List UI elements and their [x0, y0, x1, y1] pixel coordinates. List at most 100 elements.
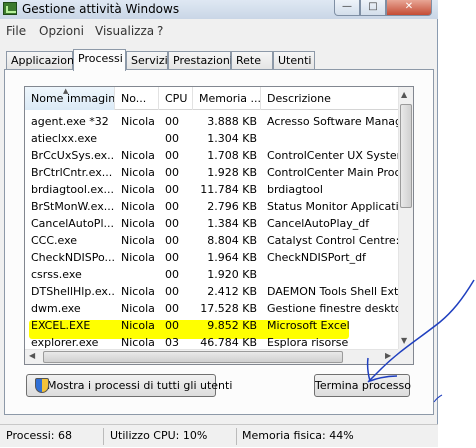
cell-memory: 1.708 KB — [207, 149, 257, 162]
cell-user: Nicola — [121, 200, 155, 213]
column-header-image-name[interactable]: ▲ Nome immagine — [25, 87, 115, 110]
process-row[interactable]: CancelAutoPl... Nicola 00 1.384 KB CancelAut… — [25, 215, 398, 232]
column-header-cpu[interactable]: CPU — [159, 87, 193, 110]
cell-user: Nicola — [121, 251, 155, 264]
cell-description: brdiagtool — [267, 183, 323, 196]
cell-memory: 9.852 KB — [207, 319, 257, 332]
cell-cpu: 00 — [165, 251, 179, 264]
cell-image-name: CancelAutoPl... — [31, 217, 114, 230]
menu-visualizza[interactable]: Visualizza — [95, 24, 154, 38]
cell-description: Acresso Software Manager — [267, 115, 398, 128]
cell-cpu: 00 — [165, 115, 179, 128]
cell-description: ControlCenter Main Proces — [267, 166, 398, 179]
cell-memory: 1.920 KB — [207, 268, 257, 281]
cell-cpu: 00 — [165, 319, 179, 332]
minimize-button[interactable]: — — [334, 0, 360, 16]
tab-utenti[interactable]: Utenti — [273, 51, 315, 70]
tab-rete[interactable]: Rete — [231, 51, 273, 70]
maximize-button[interactable]: □ — [360, 0, 386, 16]
process-row[interactable]: csrss.exe 00 1.920 KB — [25, 266, 398, 283]
cell-user — [115, 130, 159, 147]
cell-memory: 2.412 KB — [207, 285, 257, 298]
tab-processi[interactable]: Processi — [73, 49, 126, 71]
window-title: Gestione attività Windows — [22, 2, 180, 16]
process-row[interactable]: dwm.exe Nicola 00 17.528 KB Gestione finestr… — [25, 300, 398, 317]
cell-user: Nicola — [121, 319, 155, 332]
menu-file[interactable]: File — [6, 24, 26, 38]
status-divider — [236, 428, 237, 445]
process-row[interactable]: BrCcUxSys.ex... Nicola 00 1.708 KB ControlCe… — [25, 147, 398, 164]
process-row[interactable]: DTShellHlp.ex... Nicola 00 2.412 KB DAEMON T… — [25, 283, 398, 300]
cell-cpu: 00 — [165, 149, 179, 162]
tab-strip: Applicazioni Processi Servizi Prestazion… — [0, 49, 438, 71]
cell-cpu: 00 — [165, 217, 179, 230]
cell-description: Microsoft Excel — [267, 319, 350, 332]
column-header-description[interactable]: Descrizione — [261, 87, 398, 110]
show-all-users-processes-button[interactable]: Mostra i processi di tutti gli utenti — [26, 374, 232, 397]
cell-memory: 17.528 KB — [200, 302, 257, 315]
vertical-scrollbar[interactable]: ▲ ▼ — [398, 87, 413, 349]
close-button[interactable]: ✕ — [386, 0, 432, 16]
process-row[interactable]: CCC.exe Nicola 00 8.804 KB Catalyst Control … — [25, 232, 398, 249]
column-header-user[interactable]: No... — [115, 87, 159, 110]
cell-cpu: 00 — [165, 183, 179, 196]
cell-user: Nicola — [121, 234, 155, 247]
uac-shield-icon — [35, 378, 49, 393]
menu-help[interactable]: ? — [157, 24, 163, 38]
cell-user: Nicola — [121, 302, 155, 315]
horizontal-scroll-thumb[interactable] — [43, 351, 343, 363]
cell-memory: 1.964 KB — [207, 251, 257, 264]
cell-cpu: 00 — [165, 166, 179, 179]
column-header-label: Nome immagine — [31, 92, 115, 105]
process-row[interactable]: CheckNDISPo... Nicola 00 1.964 KB CheckNDISP… — [25, 249, 398, 266]
cell-image-name: agent.exe *32 — [31, 115, 109, 128]
cell-memory: 8.804 KB — [207, 234, 257, 247]
menu-bar: File Opzioni Visualizza ? — [0, 22, 438, 40]
processes-panel: ▲ Nome immagine No... CPU Memoria ... De… — [4, 69, 434, 415]
process-row[interactable]: brdiagtool.ex... Nicola 00 11.784 KB brdiagt… — [25, 181, 398, 198]
task-manager-window: Gestione attività Windows — □ ✕ File Opz… — [0, 0, 438, 447]
status-memory: Memoria fisica: 44% — [242, 429, 354, 442]
title-bar[interactable]: Gestione attività Windows — □ ✕ — [0, 0, 438, 19]
scroll-corner — [398, 349, 413, 364]
scroll-up-icon[interactable]: ▲ — [401, 90, 407, 99]
column-header-memory[interactable]: Memoria ... — [193, 87, 261, 110]
sort-ascending-icon: ▲ — [63, 87, 69, 95]
cell-description: CancelAutoPlay_df — [267, 217, 370, 230]
cell-cpu: 00 — [165, 302, 179, 315]
process-row[interactable]: atieclxx.exe 00 1.304 KB — [25, 130, 398, 147]
cell-image-name: DTShellHlp.ex... — [31, 285, 115, 298]
tab-servizi[interactable]: Servizi — [126, 51, 168, 70]
menu-opzioni[interactable]: Opzioni — [39, 24, 84, 38]
tab-applicazioni[interactable]: Applicazioni — [6, 51, 77, 70]
process-row[interactable]: EXCEL.EXE Nicola 00 9.852 KB Microsoft Excel — [25, 317, 398, 334]
vertical-scroll-thumb[interactable] — [400, 104, 412, 208]
task-manager-icon — [3, 2, 17, 15]
cell-description: DAEMON Tools Shell Extens — [267, 285, 398, 298]
cell-description: ControlCenter UX System — [267, 149, 398, 162]
tab-prestazioni[interactable]: Prestazioni — [168, 51, 233, 70]
cell-user: Nicola — [121, 166, 155, 179]
cell-description: Status Monitor Application — [267, 200, 398, 213]
cell-memory: 3.888 KB — [207, 115, 257, 128]
cell-cpu: 00 — [165, 132, 179, 145]
cell-image-name: atieclxx.exe — [31, 132, 98, 145]
cell-memory: 11.784 KB — [200, 183, 257, 196]
process-list[interactable]: ▲ Nome immagine No... CPU Memoria ... De… — [24, 86, 414, 365]
cell-cpu: 00 — [165, 234, 179, 247]
process-row[interactable]: agent.exe *32 Nicola 00 3.888 KB Acresso Sof… — [25, 113, 398, 130]
process-row[interactable]: BrCtrlCntr.ex... Nicola 00 1.928 KB ControlC… — [25, 164, 398, 181]
cell-image-name: brdiagtool.ex... — [31, 183, 114, 196]
scroll-right-icon[interactable]: ▶ — [385, 351, 391, 360]
cell-cpu: 00 — [165, 268, 179, 281]
process-row[interactable]: BrStMonW.ex... Nicola 00 2.796 KB Status Mon… — [25, 198, 398, 215]
cell-user: Nicola — [121, 217, 155, 230]
cell-memory: 2.796 KB — [207, 200, 257, 213]
end-process-button[interactable]: Termina processo — [314, 374, 411, 397]
scroll-down-icon[interactable]: ▼ — [401, 336, 407, 345]
scroll-left-icon[interactable]: ◀ — [29, 351, 35, 360]
horizontal-scrollbar[interactable]: ◀ ▶ — [25, 349, 398, 364]
cell-user — [115, 266, 159, 283]
cell-image-name: EXCEL.EXE — [31, 319, 91, 332]
cell-description — [261, 130, 398, 147]
